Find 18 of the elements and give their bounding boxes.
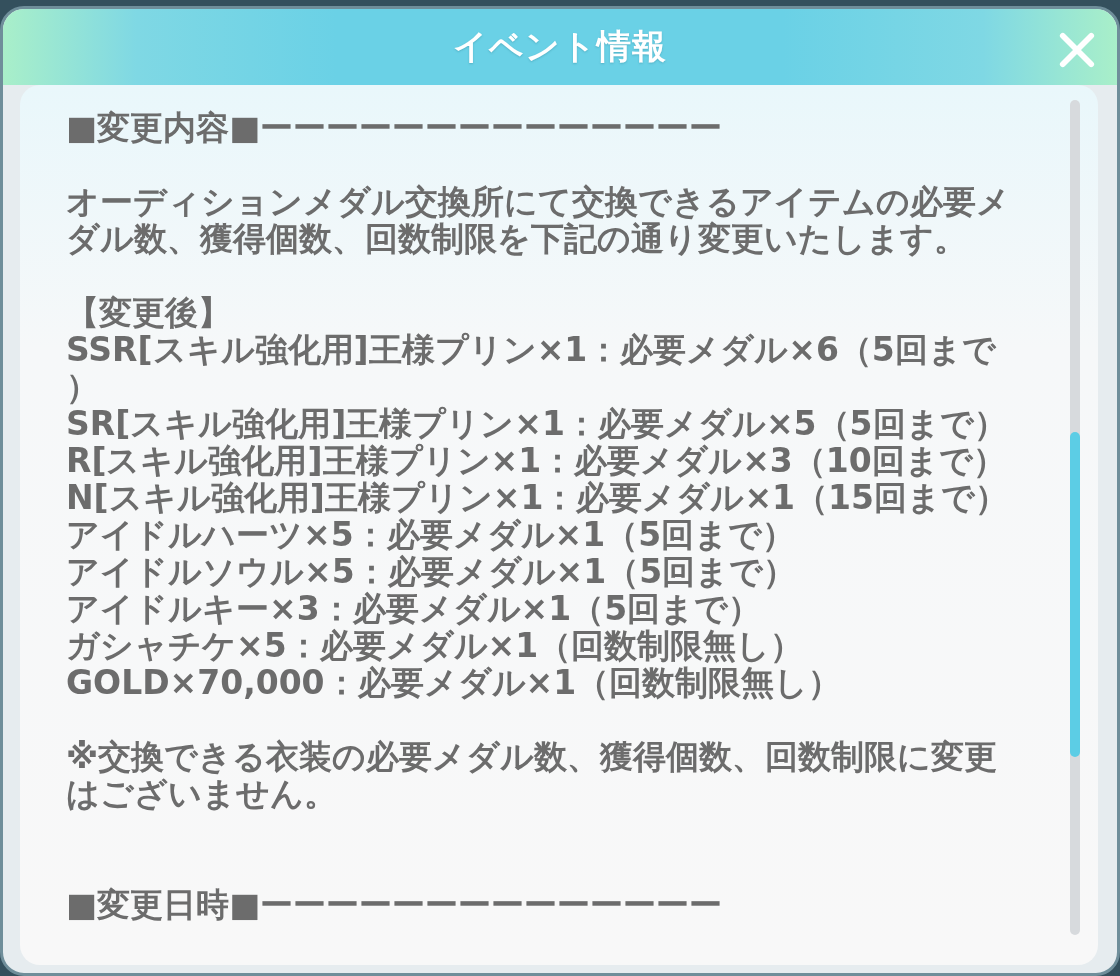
list-item: アイドルキー×3：必要メダル×1（5回まで）	[66, 590, 762, 627]
scrollbar-track[interactable]	[1070, 100, 1080, 935]
list-item: アイドルハーツ×5：必要メダル×1（5回まで）	[66, 516, 797, 553]
list-item: アイドルソウル×5：必要メダル×1（5回まで）	[66, 553, 798, 590]
list-item: R[スキル強化用]王様プリン×1：必要メダル×3（10回まで）	[66, 442, 1007, 479]
section-heading: ■変更内容■ーーーーーーーーーーーーーー	[66, 109, 724, 146]
list-item: N[スキル強化用]王様プリン×1：必要メダル×1（15回まで）	[66, 479, 1009, 516]
dialog-title: イベント情報	[453, 25, 667, 68]
list-item: ガシャチケ×5：必要メダル×1（回数制限無し）	[66, 627, 805, 664]
list-item: SR[スキル強化用]王様プリン×1：必要メダル×5（5回まで）	[66, 405, 1008, 442]
body-text: ※交換できる衣装の必要メダル数、獲得個数、回数制限に変更はございません。	[66, 738, 999, 812]
scrollbar-thumb[interactable]	[1070, 432, 1080, 757]
list-item: GOLD×70,000：必要メダル×1（回数制限無し）	[66, 664, 843, 701]
list-heading: 【変更後】	[66, 294, 232, 331]
body-text: オーディションメダル交換所にて交換できるアイテムの必要メダル数、獲得個数、回数制限を下記の通り変更いたします。	[66, 183, 1011, 257]
close-icon	[1058, 31, 1096, 69]
section-heading: ■変更日時■ーーーーーーーーーーーーーー	[66, 886, 724, 923]
list-item: SSR[スキル強化用]王様プリン×1：必要メダル×6（5回まで）	[66, 331, 997, 405]
